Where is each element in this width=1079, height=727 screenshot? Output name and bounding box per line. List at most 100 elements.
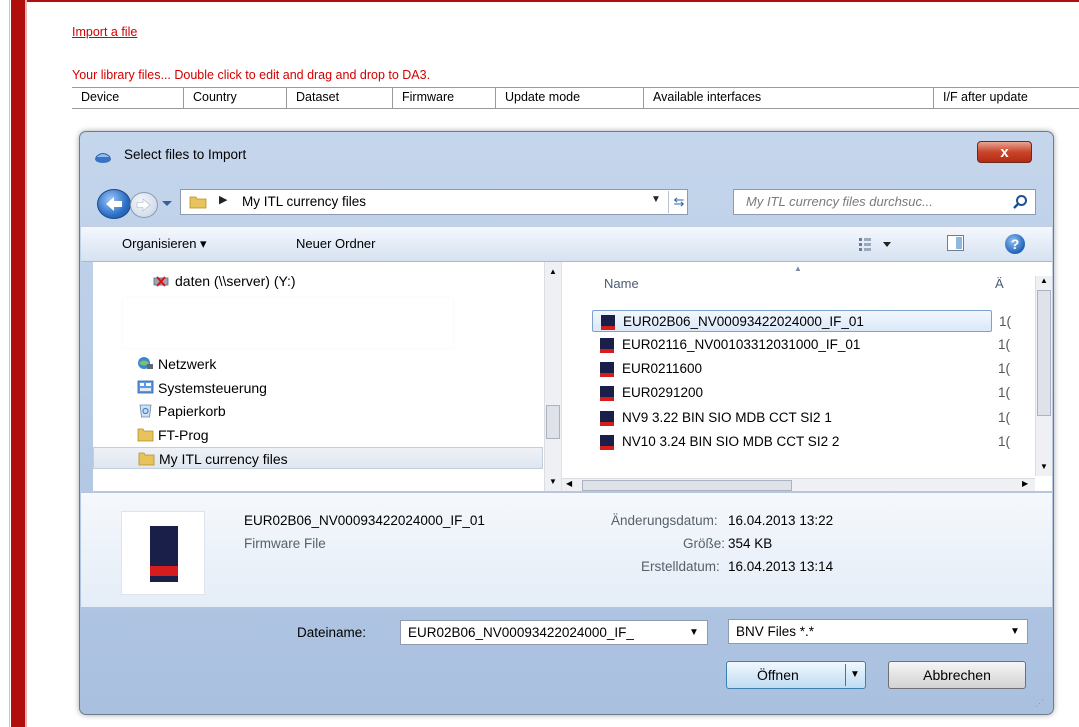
- cancel-button-label: Abbrechen: [923, 667, 991, 683]
- firmware-file-icon: [600, 435, 614, 450]
- file-date: 1(: [998, 410, 1011, 425]
- filetype-select[interactable]: BNV Files *.* ▼: [728, 619, 1028, 644]
- nav-item-label: Papierkorb: [158, 403, 226, 419]
- open-button[interactable]: Öffnen ▼: [726, 661, 866, 689]
- column-update-mode[interactable]: Update mode: [496, 88, 644, 108]
- scroll-up-icon[interactable]: ▲: [549, 267, 557, 276]
- back-button[interactable]: [97, 189, 131, 219]
- folder-icon: [189, 196, 207, 209]
- nav-pane-scrollbar[interactable]: ▲ ▼: [544, 262, 561, 491]
- filename-input[interactable]: EUR02B06_NV00093422024000_IF_ ▼: [400, 620, 708, 645]
- select-files-dialog: Select files to Import x ▶ My ITL curren…: [79, 131, 1054, 715]
- scroll-down-icon[interactable]: ▼: [1040, 462, 1048, 471]
- file-name: EUR0211600: [622, 361, 703, 376]
- filename-value: EUR02B06_NV00093422024000_IF_: [408, 625, 634, 640]
- breadcrumb-arrow-icon[interactable]: ▶: [219, 193, 227, 206]
- firmware-file-icon: [600, 362, 614, 377]
- close-button[interactable]: x: [977, 141, 1032, 163]
- nav-item-control-panel[interactable]: Systemsteuerung: [93, 377, 543, 399]
- change-view-icon[interactable]: [857, 236, 897, 252]
- details-file-name: EUR02B06_NV00093422024000_IF_01: [244, 513, 485, 528]
- search-input[interactable]: My ITL currency files durchsuc...: [733, 189, 1036, 215]
- firmware-file-icon: [600, 411, 614, 426]
- file-row[interactable]: NV10 3.24 BIN SIO MDB CCT SI2 2 1(: [592, 431, 1010, 453]
- breadcrumb-current-folder[interactable]: My ITL currency files: [242, 194, 366, 209]
- column-if-after-update[interactable]: I/F after update: [934, 88, 1079, 108]
- scrollbar-thumb[interactable]: [1037, 290, 1051, 416]
- forward-button[interactable]: [130, 192, 158, 218]
- network-drive-disconnected-icon: [153, 276, 169, 287]
- details-size-label: Größe:: [683, 536, 726, 551]
- import-file-link[interactable]: Import a file: [72, 25, 137, 39]
- open-options-dropdown-icon[interactable]: ▼: [850, 669, 860, 680]
- file-thumbnail: [121, 511, 205, 595]
- firmware-file-icon: [601, 315, 615, 330]
- file-name: EUR02B06_NV00093422024000_IF_01: [623, 314, 864, 329]
- library-instructions: Your library files... Double click to ed…: [72, 68, 431, 82]
- folder-icon: [137, 428, 154, 442]
- arrow-right-icon: [136, 198, 151, 212]
- file-row[interactable]: EUR0291200 1(: [592, 382, 1010, 404]
- details-pane: EUR02B06_NV00093422024000_IF_01 Firmware…: [81, 492, 1052, 607]
- file-date: 1(: [999, 314, 1012, 329]
- nav-item-label: Netzwerk: [158, 356, 217, 372]
- file-row[interactable]: EUR0211600 1(: [592, 358, 1010, 380]
- file-date: 1(: [998, 434, 1011, 449]
- search-placeholder: My ITL currency files durchsuc...: [746, 194, 933, 209]
- file-row[interactable]: NV9 3.22 BIN SIO MDB CCT SI2 1 1(: [592, 407, 1010, 429]
- help-icon[interactable]: ?: [1005, 234, 1025, 254]
- command-toolbar: Organisieren ▾ Neuer Ordner ?: [81, 226, 1052, 262]
- refresh-button[interactable]: ⇆: [668, 191, 689, 213]
- nav-item-ft-prog[interactable]: FT-Prog: [93, 424, 543, 446]
- refresh-icon: ⇆: [673, 194, 685, 209]
- preview-pane-icon[interactable]: [947, 235, 964, 251]
- column-device[interactable]: Device: [72, 88, 184, 108]
- details-size-value: 354 KB: [728, 536, 773, 551]
- nav-item-label: FT-Prog: [158, 427, 209, 443]
- arrow-left-icon: [106, 197, 122, 211]
- address-bar[interactable]: ▶ My ITL currency files ▼ ⇆: [180, 189, 688, 215]
- file-name: EUR02116_NV00103312031000_IF_01: [622, 337, 861, 352]
- nav-item-network[interactable]: Netzwerk: [93, 353, 543, 375]
- filetype-dropdown-icon[interactable]: ▼: [1010, 626, 1020, 637]
- file-list-horizontal-scrollbar[interactable]: ◀ ▶: [562, 478, 1035, 491]
- dialog-title: Select files to Import: [124, 147, 247, 162]
- filename-dropdown-icon[interactable]: ▼: [689, 627, 699, 638]
- address-dropdown-icon[interactable]: ▼: [651, 194, 661, 205]
- dialog-title-icon: [95, 153, 111, 163]
- app-top-line: [27, 0, 1079, 2]
- history-dropdown-icon[interactable]: [160, 196, 174, 210]
- open-button-label: Öffnen: [757, 667, 799, 683]
- nav-hidden-area: [123, 298, 453, 348]
- column-date-header[interactable]: Ä: [995, 276, 1004, 291]
- nav-item-my-itl-currency-files[interactable]: My ITL currency files: [93, 447, 543, 469]
- new-folder-button[interactable]: Neuer Ordner: [296, 236, 375, 251]
- file-list-vertical-scrollbar[interactable]: ▲ ▼: [1035, 276, 1052, 476]
- sort-ascending-icon: ▲: [794, 264, 802, 273]
- search-icon[interactable]: [1012, 194, 1028, 210]
- folder-icon: [138, 452, 155, 466]
- scroll-left-icon[interactable]: ◀: [566, 479, 572, 488]
- resize-grip-icon[interactable]: ⋰: [1035, 698, 1049, 712]
- scrollbar-thumb[interactable]: [546, 405, 560, 439]
- firmware-file-icon: [600, 338, 614, 353]
- column-name-header[interactable]: Name: [604, 276, 639, 291]
- scroll-right-icon[interactable]: ▶: [1022, 479, 1028, 488]
- file-row[interactable]: EUR02B06_NV00093422024000_IF_01 1(: [592, 310, 1011, 332]
- file-name: NV10 3.24 BIN SIO MDB CCT SI2 2: [622, 434, 840, 449]
- nav-item-recycle-bin[interactable]: Papierkorb: [93, 400, 543, 422]
- organize-menu-button[interactable]: Organisieren ▾: [122, 236, 207, 252]
- app-side-bar-edge: [25, 0, 27, 727]
- column-firmware[interactable]: Firmware: [393, 88, 496, 108]
- column-dataset[interactable]: Dataset: [287, 88, 393, 108]
- file-row[interactable]: EUR02116_NV00103312031000_IF_01 1(: [592, 334, 1010, 356]
- cancel-button[interactable]: Abbrechen: [888, 661, 1026, 689]
- scrollbar-thumb[interactable]: [582, 480, 792, 491]
- column-country[interactable]: Country: [184, 88, 287, 108]
- scroll-up-icon[interactable]: ▲: [1040, 276, 1048, 285]
- scroll-down-icon[interactable]: ▼: [549, 477, 557, 486]
- column-available-interfaces[interactable]: Available interfaces: [644, 88, 934, 108]
- nav-item-network-drive[interactable]: daten (\\server) (Y:): [93, 270, 543, 292]
- file-name: EUR0291200: [622, 385, 704, 400]
- file-date: 1(: [998, 361, 1011, 376]
